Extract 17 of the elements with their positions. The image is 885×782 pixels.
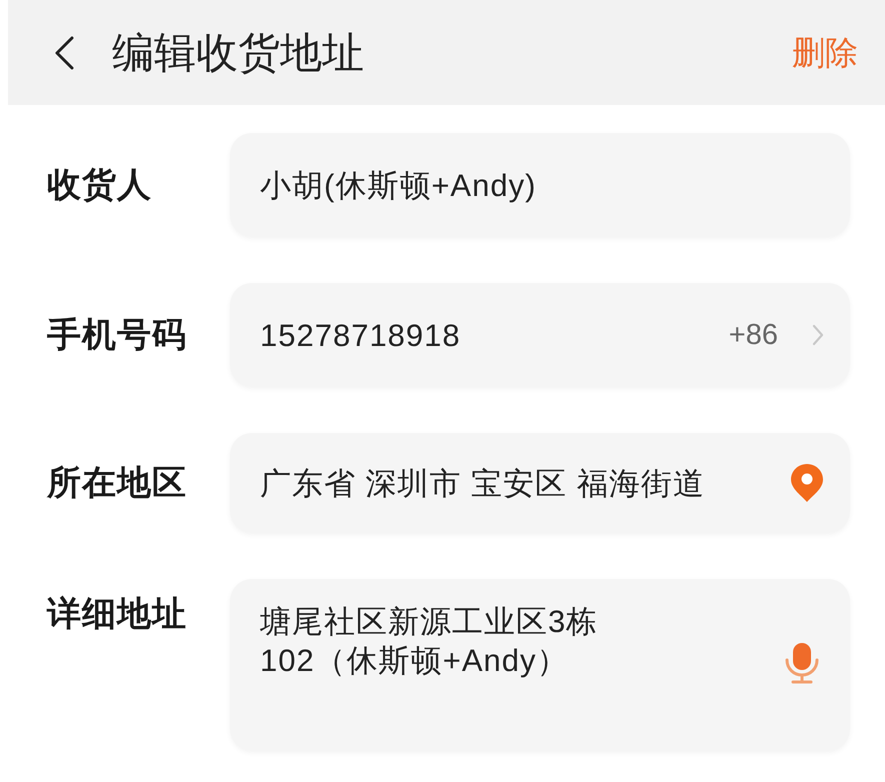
microphone-icon[interactable] — [784, 642, 820, 684]
field-value: 塘尾社区新源工业区3栋 102（休斯顿+Andy） — [260, 603, 598, 680]
field-label: 所在地区 — [47, 463, 188, 503]
textarea-field[interactable]: 塘尾社区新源工业区3栋 102（休斯顿+Andy） — [230, 579, 850, 751]
input-field[interactable]: 15278718918 +86 — [230, 283, 850, 387]
input-field[interactable]: 小胡(休斯顿+Andy) — [230, 133, 850, 237]
country-code[interactable]: +86 — [728, 315, 778, 355]
field-label: 手机号码 — [47, 315, 188, 355]
input-field[interactable]: 广东省 深圳市 宝安区 福海街道 — [230, 433, 850, 533]
field-label: 收货人 — [47, 165, 153, 205]
back-icon[interactable] — [54, 36, 74, 70]
field-label: 详细地址 — [47, 594, 188, 634]
field-value: 15278718918 — [260, 316, 461, 354]
field-value: 小胡(休斯顿+Andy) — [260, 166, 536, 204]
location-pin-icon[interactable] — [790, 463, 824, 503]
field-value: 广东省 深圳市 宝安区 福海街道 — [260, 464, 705, 502]
page-title: 编辑收货地址 — [112, 28, 364, 76]
